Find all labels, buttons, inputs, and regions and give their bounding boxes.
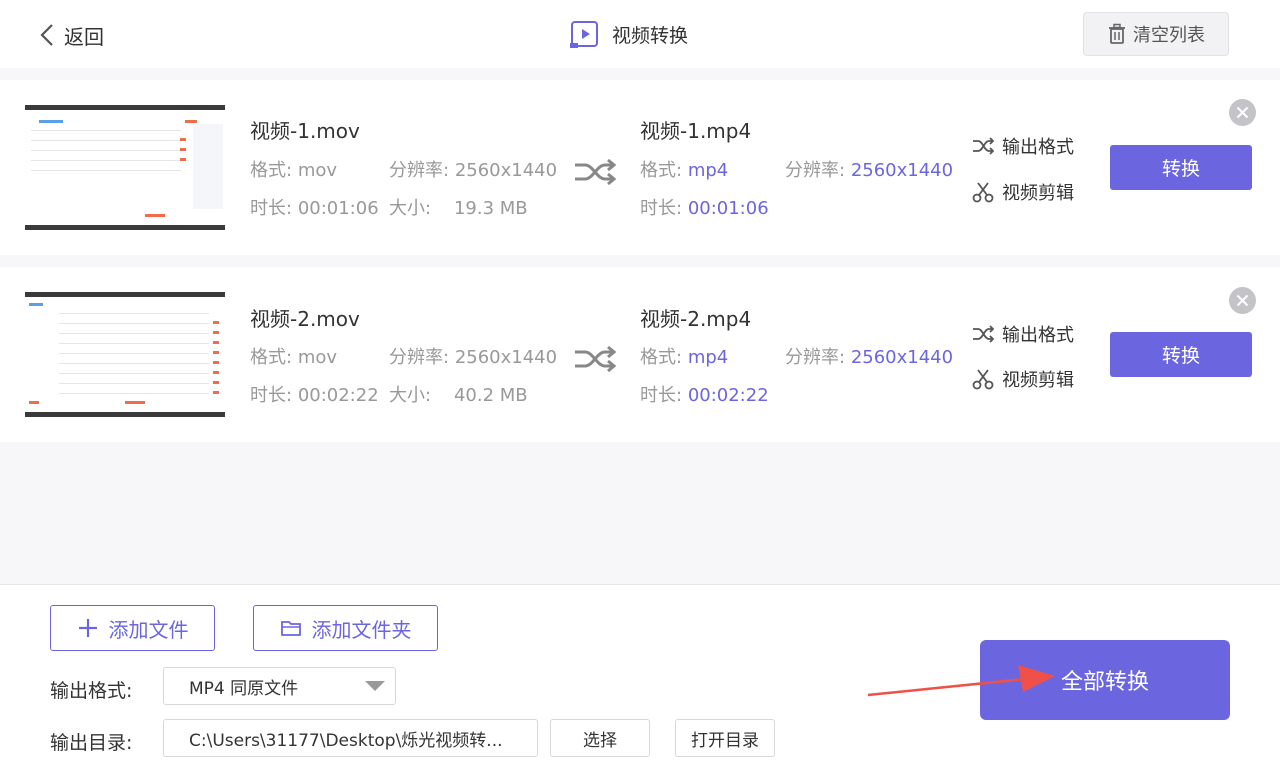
chevron-left-icon	[40, 24, 53, 46]
shuffle-icon	[575, 158, 617, 186]
target-resolution: 分辨率: 2560x1440	[785, 160, 954, 181]
source-format: 格式: mov	[250, 160, 338, 181]
add-file-button[interactable]: 添加文件	[50, 605, 215, 651]
bottom-panel: 添加文件 添加文件夹 输出格式: MP4 同原文件 输出目录: C:\Users…	[0, 584, 1280, 770]
source-resolution: 分辨率: 2560x1440	[389, 160, 558, 181]
back-label: 返回	[64, 24, 104, 49]
add-folder-button[interactable]: 添加文件夹	[253, 605, 438, 651]
output-format-option[interactable]: 输出格式	[972, 321, 1074, 347]
close-icon	[1236, 106, 1249, 119]
video-thumbnail[interactable]	[25, 105, 225, 230]
target-file-name: 视频-1.mp4	[640, 119, 752, 143]
output-format-label: 输出格式	[1002, 325, 1074, 346]
close-icon	[1236, 294, 1249, 307]
output-format-value: MP4 同原文件	[189, 678, 299, 699]
source-format: 格式: mov	[250, 347, 338, 368]
output-dir-field-label: 输出目录:	[50, 732, 133, 754]
target-resolution: 分辨率: 2560x1440	[785, 347, 954, 368]
scissors-icon	[972, 369, 994, 390]
file-card: 视频-2.mov 格式: mov 分辨率: 2560x1440 时长: 00:0…	[0, 267, 1280, 442]
source-size: 大小: 40.2 MB	[389, 385, 528, 406]
thumbnail-screen	[25, 297, 225, 412]
remove-file-button[interactable]	[1229, 287, 1256, 314]
source-duration: 时长: 00:01:06	[250, 198, 379, 219]
source-size: 大小: 19.3 MB	[389, 198, 528, 219]
output-format-option[interactable]: 输出格式	[972, 133, 1074, 159]
convert-all-button[interactable]: 全部转换	[980, 640, 1230, 720]
convert-button[interactable]: 转换	[1110, 332, 1252, 377]
back-button[interactable]: 返回	[38, 20, 104, 50]
trash-icon	[1109, 23, 1125, 44]
target-duration: 时长: 00:02:22	[640, 385, 769, 406]
scissors-icon	[972, 182, 994, 203]
file-card: 视频-1.mov 格式: mov 分辨率: 2560x1440 时长: 00:0…	[0, 80, 1280, 255]
clear-list-button[interactable]: 清空列表	[1083, 12, 1229, 56]
page-title-text: 视频转换	[612, 24, 689, 47]
add-folder-label: 添加文件夹	[311, 617, 412, 642]
video-edit-label: 视频剪辑	[1002, 370, 1074, 391]
output-format-label: 输出格式	[1002, 137, 1074, 158]
source-resolution: 分辨率: 2560x1440	[389, 347, 558, 368]
target-file-name: 视频-2.mp4	[640, 307, 752, 331]
video-thumbnail[interactable]	[25, 292, 225, 417]
shuffle-small-icon	[973, 137, 994, 155]
source-duration: 时长: 00:02:22	[250, 385, 379, 406]
shuffle-icon	[575, 345, 617, 373]
clear-list-label: 清空列表	[1133, 25, 1205, 46]
folder-icon	[280, 621, 301, 636]
thumbnail-screen	[25, 110, 225, 225]
caret-down-icon	[365, 681, 385, 691]
output-dir-input[interactable]: C:\Users\31177\Desktop\烁光视频转...	[163, 719, 538, 757]
plus-icon	[78, 619, 97, 637]
shuffle-small-icon	[973, 325, 994, 343]
add-file-label: 添加文件	[108, 617, 189, 642]
video-edit-option[interactable]: 视频剪辑	[972, 366, 1074, 392]
source-file-name: 视频-2.mov	[250, 307, 360, 331]
output-format-field-label: 输出格式:	[50, 680, 133, 702]
output-format-select[interactable]: MP4 同原文件	[163, 667, 396, 705]
target-duration: 时长: 00:01:06	[640, 198, 769, 219]
page-title: 视频转换	[570, 18, 688, 50]
video-play-icon	[570, 21, 598, 48]
choose-dir-button[interactable]: 选择	[550, 719, 650, 757]
target-format: 格式: mp4	[640, 160, 729, 181]
target-format: 格式: mp4	[640, 347, 729, 368]
convert-button[interactable]: 转换	[1110, 145, 1252, 190]
remove-file-button[interactable]	[1229, 99, 1256, 126]
video-edit-option[interactable]: 视频剪辑	[972, 179, 1074, 205]
top-bar: 返回 视频转换 清空列表	[0, 0, 1280, 68]
open-dir-button[interactable]: 打开目录	[675, 719, 775, 757]
source-file-name: 视频-1.mov	[250, 119, 360, 143]
video-edit-label: 视频剪辑	[1002, 183, 1074, 204]
